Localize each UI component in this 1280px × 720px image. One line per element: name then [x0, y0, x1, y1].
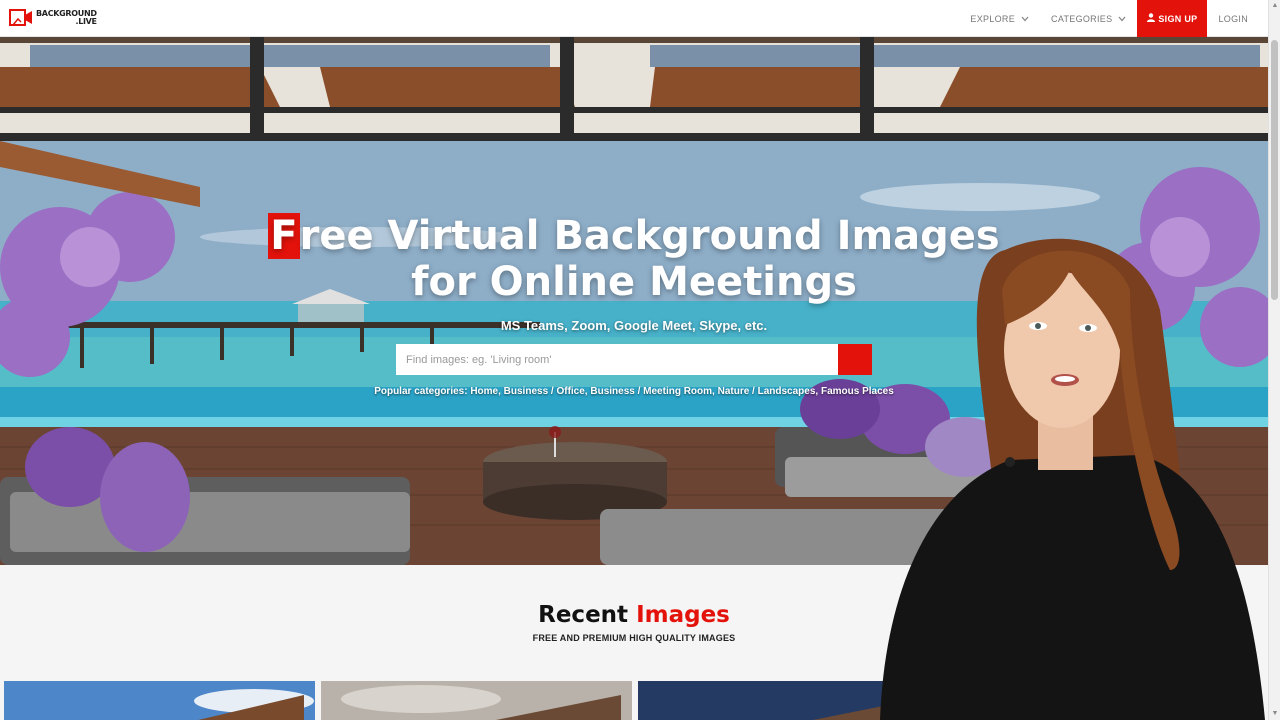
logo[interactable]: BACKGROUND .LIVE: [9, 7, 97, 29]
login-label: LOGIN: [1218, 13, 1248, 24]
scroll-up-icon[interactable]: ▲: [1269, 0, 1280, 12]
logo-text: BACKGROUND .LIVE: [36, 10, 97, 26]
page-scrollbar[interactable]: ▲ ▼: [1268, 0, 1280, 720]
image-thumbnail[interactable]: [321, 681, 632, 720]
recent-title-part1: Recent: [538, 602, 629, 628]
navbar: BACKGROUND .LIVE EXPLORE CATEGORIES SIGN…: [0, 0, 1280, 37]
scrollbar-thumb[interactable]: [1271, 40, 1278, 300]
scroll-down-icon[interactable]: ▼: [1269, 708, 1280, 720]
recent-title-part2: Images: [636, 602, 730, 628]
logo-line2: .LIVE: [75, 17, 97, 26]
nav-categories-label: CATEGORIES: [1051, 13, 1113, 24]
signup-button[interactable]: SIGN UP: [1137, 0, 1208, 37]
hero-title-line2: for Online Meetings: [411, 259, 857, 305]
nav-categories[interactable]: CATEGORIES: [1040, 0, 1137, 37]
user-icon: [1147, 13, 1156, 24]
logo-icon: [9, 7, 33, 29]
nav-explore[interactable]: EXPLORE: [959, 0, 1040, 37]
chevron-down-icon: [1021, 14, 1029, 24]
hero-title-first-letter: F: [268, 213, 300, 259]
image-thumbnail[interactable]: [4, 681, 315, 720]
presenter-video-overlay: [840, 230, 1268, 720]
chevron-down-icon: [1118, 14, 1126, 24]
search-input[interactable]: [396, 344, 838, 375]
signup-label: SIGN UP: [1158, 13, 1198, 24]
nav-explore-label: EXPLORE: [970, 13, 1016, 24]
search-bar: [396, 344, 872, 375]
nav-menu: EXPLORE CATEGORIES SIGN UP LOGIN: [959, 0, 1280, 37]
